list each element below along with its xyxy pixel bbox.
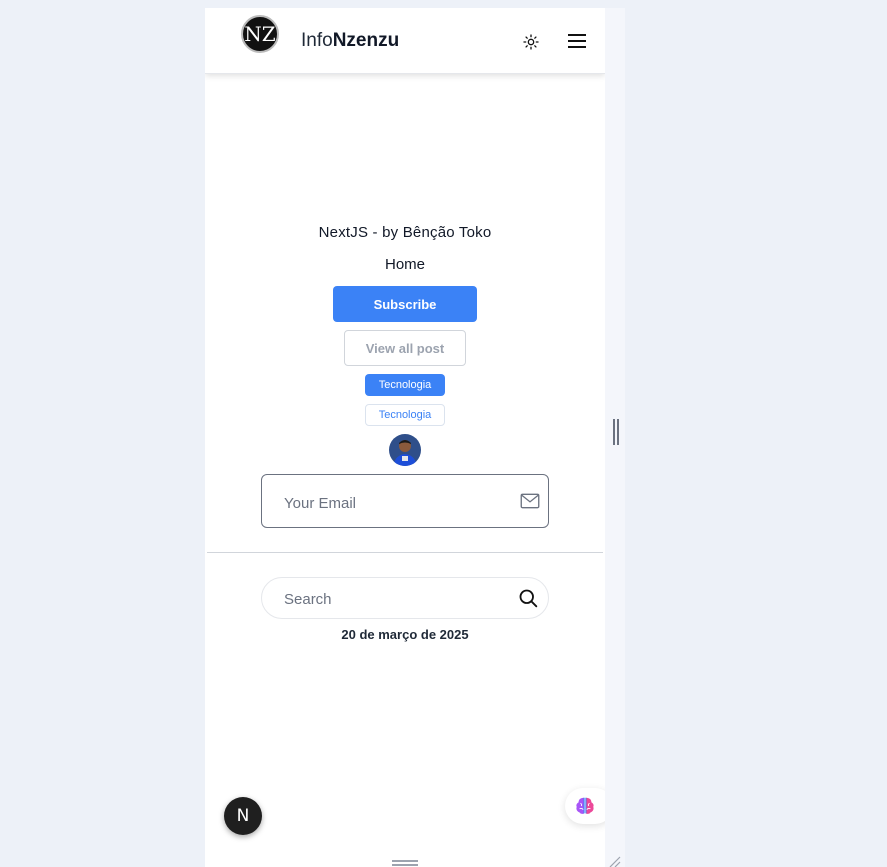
section-divider — [207, 552, 603, 553]
brand-bold: Nzenzu — [332, 30, 400, 51]
sun-icon — [523, 34, 539, 50]
hamburger-icon — [568, 34, 586, 48]
top-navbar: NZ InfoNzenzu — [205, 8, 605, 74]
mail-icon — [520, 493, 540, 509]
ai-assistant-button[interactable] — [565, 788, 605, 824]
email-field-container — [261, 474, 549, 528]
tag-tecnologia-outline[interactable]: Tecnologia — [365, 404, 445, 426]
brain-icon — [576, 797, 594, 814]
theme-toggle-button[interactable] — [521, 32, 541, 52]
brand-prefix: Info — [301, 30, 333, 51]
nextjs-dev-badge[interactable]: N — [224, 797, 262, 835]
avatar-image — [389, 434, 421, 466]
tag-tecnologia-filled[interactable]: Tecnologia — [365, 374, 445, 396]
vertical-resize-handle[interactable] — [392, 860, 418, 866]
search-icon[interactable] — [518, 588, 538, 608]
email-field[interactable] — [282, 491, 506, 515]
search-container — [261, 577, 549, 619]
view-all-posts-button[interactable]: View all post — [344, 330, 466, 366]
author-avatar[interactable] — [389, 434, 421, 466]
site-logo[interactable]: NZ — [241, 15, 279, 53]
page-viewport: NZ InfoNzenzu NextJS - by Bênção Toko Ho… — [205, 8, 605, 867]
subscribe-button[interactable]: Subscribe — [333, 286, 477, 322]
brand-name[interactable]: InfoNzenzu — [301, 30, 399, 52]
nextjs-icon: N — [236, 806, 250, 826]
home-link[interactable]: Home — [205, 256, 605, 273]
menu-button[interactable] — [567, 31, 587, 51]
site-title: NextJS - by Bênção Toko — [318, 224, 492, 241]
post-date: 20 de março de 2025 — [341, 627, 469, 642]
search-input[interactable] — [282, 588, 506, 610]
corner-resize-handle[interactable] — [607, 855, 621, 867]
horizontal-resize-handle[interactable] — [613, 419, 619, 445]
